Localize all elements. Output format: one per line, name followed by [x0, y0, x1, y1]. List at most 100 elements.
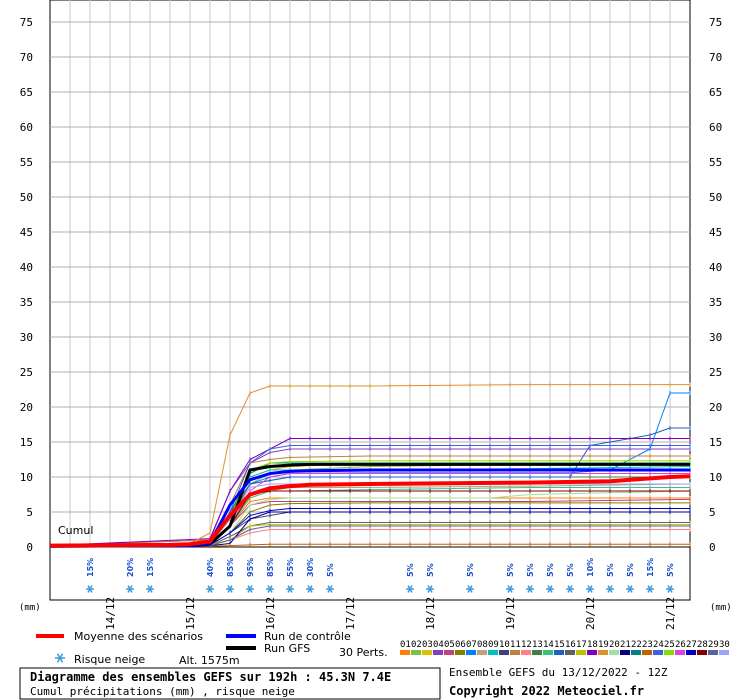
snow-risk-flake	[266, 585, 274, 593]
snow-risk-flake	[86, 585, 94, 593]
pert-color-swatch	[510, 650, 520, 655]
x-day-label: 14/12	[104, 597, 117, 630]
pert-number: 18	[587, 640, 598, 650]
pert-color-swatch	[488, 650, 498, 655]
snow-risk-percent: 5%	[526, 563, 535, 577]
altitude-label: Alt. 1575m	[179, 654, 240, 667]
y-tick-label-left: 5	[26, 506, 33, 519]
x-day-label: 18/12	[424, 597, 437, 630]
snow-risk-percent: 5%	[606, 563, 615, 577]
pert-number: 28	[697, 640, 708, 650]
snow-risk-flake	[146, 585, 154, 593]
pert-number: 10	[499, 640, 510, 650]
snow-risk-flake	[226, 585, 234, 593]
snowflake-icon	[55, 653, 65, 663]
pert-color-swatch	[444, 650, 454, 655]
y-tick-label-right: 60	[709, 121, 722, 134]
y-tick-label-left: 55	[20, 156, 33, 169]
pert-number: 25	[664, 640, 675, 650]
y-tick-label-left: 20	[20, 401, 33, 414]
gefs-ensemble-chart: 0 05 510 1015 1520 2025 2530 3035 3540 4045 4550 50…	[19, 0, 732, 700]
snow-risk-percent: 5%	[326, 563, 335, 577]
pert-color-swatch	[499, 650, 509, 655]
pert-number: 30	[719, 640, 730, 650]
chart-subtitle: Cumul précipitations (mm) , risque neige	[30, 685, 295, 698]
pert-number: 21	[620, 640, 631, 650]
snow-risk-flake	[626, 585, 634, 593]
snow-risk-flake	[246, 585, 254, 593]
pert-color-swatch	[466, 650, 476, 655]
y-tick-label-left: 65	[20, 86, 33, 99]
chart-title: Diagramme des ensembles GEFS sur 192h : …	[30, 670, 391, 684]
pert-color-swatch	[686, 650, 696, 655]
x-day-label: 16/12	[264, 597, 277, 630]
y-tick-label-right: 55	[709, 156, 722, 169]
pert-number: 17	[576, 640, 587, 650]
snow-risk-flake	[506, 585, 514, 593]
pert-number: 08	[477, 640, 488, 650]
perts-label: 30 Perts.	[339, 646, 388, 659]
pert-color-swatch	[675, 650, 685, 655]
snow-risk-flake	[646, 585, 654, 593]
pert-color-swatch	[609, 650, 619, 655]
pert-number: 24	[653, 640, 664, 650]
pert-color-swatch	[433, 650, 443, 655]
snow-risk-flake	[546, 585, 554, 593]
pert-number: 29	[708, 640, 719, 650]
pert-color-swatch	[565, 650, 575, 655]
pert-color-swatch	[400, 650, 410, 655]
pert-color-swatch	[455, 650, 465, 655]
pert-number: 19	[598, 640, 609, 650]
snow-risk-percent: 5%	[506, 563, 515, 577]
pert-number: 27	[686, 640, 697, 650]
cumul-label: Cumul	[58, 524, 93, 537]
pert-number: 06	[455, 640, 466, 650]
snow-risk-percent: 5%	[666, 563, 675, 577]
pert-color-swatch	[543, 650, 553, 655]
snow-risk-percent: 20%	[126, 558, 135, 577]
legend-mean-label: Moyenne des scénarios	[74, 630, 203, 643]
y-tick-label-right: 50	[709, 191, 722, 204]
y-tick-label-left: 25	[20, 366, 33, 379]
snow-risk-flake	[286, 585, 294, 593]
pert-number: 20	[609, 640, 620, 650]
pert-color-swatch	[477, 650, 487, 655]
snow-risk-flake	[566, 585, 574, 593]
y-unit-left: (mm)	[19, 603, 41, 613]
snow-risk-flake	[526, 585, 534, 593]
y-tick-label-right: 35	[709, 296, 722, 309]
pert-number: 22	[631, 640, 642, 650]
pert-color-swatch	[664, 650, 674, 655]
y-tick-label-left: 30	[20, 331, 33, 344]
perturbation-legend: 01 02 03 04 05 06 07 08 09 10 11 12 13 14 15 16 17 18 19 20…	[400, 640, 730, 655]
pert-color-swatch	[719, 650, 729, 655]
x-day-labels: 14/12 15/12 16/12 17/12 18/12 19/12 20/12 21/12	[104, 597, 677, 630]
pert-number: 05	[444, 640, 455, 650]
x-day-label: 17/12	[344, 597, 357, 630]
snow-risk-flake	[466, 585, 474, 593]
y-tick-label-left: 0	[26, 541, 33, 554]
pert-number: 26	[675, 640, 686, 650]
legend-gfs-label: Run GFS	[264, 642, 310, 655]
y-tick-label-right: 30	[709, 331, 722, 344]
pert-color-swatch	[587, 650, 597, 655]
pert-color-swatch	[521, 650, 531, 655]
y-tick-label-right: 75	[709, 16, 722, 29]
pert-color-swatch	[631, 650, 641, 655]
snow-risk-percent: 10%	[586, 558, 595, 577]
pert-number: 14	[543, 640, 554, 650]
y-tick-label-right: 45	[709, 226, 722, 239]
snow-risk-percent: 55%	[286, 558, 295, 577]
snow-risk-percent: 5%	[566, 563, 575, 577]
snow-risk-percent: 5%	[546, 563, 555, 577]
snow-risk-flake	[306, 585, 314, 593]
copyright: Copyright 2022 Meteociel.fr	[449, 684, 644, 698]
snow-risk-flake	[606, 585, 614, 593]
snow-risk-percent: 15%	[86, 558, 95, 577]
pert-number: 04	[433, 640, 444, 650]
y-tick-label-right: 10	[709, 471, 722, 484]
snow-risk-flake	[666, 585, 674, 593]
pert-number: 11	[510, 640, 521, 650]
y-tick-label-right: 40	[709, 261, 722, 274]
y-tick-label-right: 25	[709, 366, 722, 379]
